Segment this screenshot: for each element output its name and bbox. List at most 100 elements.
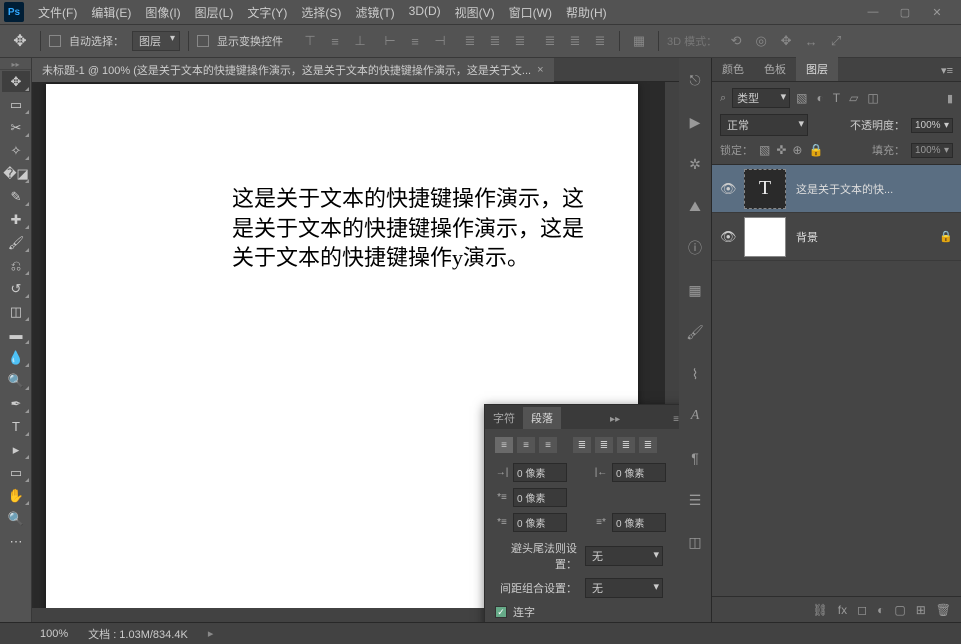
align-hcenter-icon[interactable]: ≡ bbox=[404, 30, 426, 52]
menu-edit[interactable]: 编辑(E) bbox=[85, 2, 137, 23]
dodge-tool[interactable]: 🔍 bbox=[2, 370, 30, 391]
layer-name[interactable]: 背景 bbox=[796, 229, 929, 245]
filter-smart-icon[interactable]: ◫ bbox=[867, 91, 878, 105]
distribute-hcenter-icon[interactable]: ≣ bbox=[564, 30, 586, 52]
lock-pixels-icon[interactable]: ▧ bbox=[759, 143, 770, 157]
menu-type[interactable]: 文字(Y) bbox=[241, 2, 293, 23]
menu-view[interactable]: 视图(V) bbox=[449, 2, 501, 23]
layer-thumbnail-bg[interactable] bbox=[744, 217, 786, 257]
layer-effects-icon[interactable]: fx bbox=[838, 603, 847, 617]
toolbox-expand[interactable]: ▸▸ bbox=[0, 60, 31, 70]
shape-tool[interactable]: ▭ bbox=[2, 462, 30, 483]
brush-tool[interactable]: 🖌 bbox=[2, 232, 30, 253]
gradient-tool[interactable]: ▬ bbox=[2, 324, 30, 345]
crop-tool[interactable]: �◪ bbox=[2, 163, 30, 184]
minimize-button[interactable]: — bbox=[861, 3, 885, 21]
move-tool[interactable]: ✥ bbox=[2, 71, 30, 92]
zoom-level[interactable]: 100% bbox=[40, 628, 68, 640]
justify-right-btn[interactable]: ≣ bbox=[617, 437, 635, 453]
indent-right-input[interactable]: 0 像素 bbox=[612, 463, 666, 482]
align-vcenter-icon[interactable]: ≡ bbox=[324, 30, 346, 52]
lasso-tool[interactable]: ✂ bbox=[2, 117, 30, 138]
panel-menu-icon[interactable]: ≡ bbox=[669, 410, 679, 429]
menu-select[interactable]: 选择(S) bbox=[295, 2, 347, 23]
layer-thumbnail-text[interactable]: T bbox=[744, 169, 786, 209]
hand-tool[interactable]: ✋ bbox=[2, 485, 30, 506]
document-tab[interactable]: 未标题-1 @ 100% (这是关于文本的快捷键操作演示，这是关于文本的快捷键操… bbox=[32, 58, 554, 82]
collapse-panel-icon[interactable]: ▸▸ bbox=[606, 410, 624, 429]
layer-background-row[interactable]: 👁 背景 🔒 bbox=[712, 213, 961, 261]
history-brush-tool[interactable]: ↺ bbox=[2, 278, 30, 299]
layer-name[interactable]: 这是关于文本的快... bbox=[796, 181, 953, 197]
zoom-tool[interactable]: 🔍 bbox=[2, 508, 30, 529]
menu-3d[interactable]: 3D(D) bbox=[403, 2, 447, 23]
align-left-btn[interactable]: ≡ bbox=[495, 437, 513, 453]
align-center-btn[interactable]: ≡ bbox=[517, 437, 535, 453]
blend-mode-select[interactable]: 正常 bbox=[720, 114, 808, 136]
maximize-button[interactable]: ▢ bbox=[893, 3, 917, 21]
3d-scale-icon[interactable]: ⤢ bbox=[825, 30, 847, 52]
auto-select-target[interactable]: 图层 bbox=[132, 31, 180, 51]
space-after-input[interactable]: 0 像素 bbox=[612, 513, 666, 532]
histogram-panel-icon[interactable]: ⛰ bbox=[683, 194, 707, 218]
filter-adjust-icon[interactable]: ◐ bbox=[817, 91, 824, 105]
close-button[interactable]: ✕ bbox=[925, 3, 949, 21]
brush-presets-icon[interactable]: ⌇ bbox=[683, 362, 707, 386]
menu-file[interactable]: 文件(F) bbox=[32, 2, 83, 23]
filter-type-icon[interactable]: T bbox=[833, 91, 840, 105]
swatches-tab[interactable]: 色板 bbox=[754, 57, 796, 81]
justify-center-btn[interactable]: ≣ bbox=[595, 437, 613, 453]
type-tool[interactable]: T bbox=[2, 416, 30, 437]
ligature-checkbox[interactable]: ✓ bbox=[495, 606, 507, 618]
navigator-panel-icon[interactable]: ✲ bbox=[683, 152, 707, 176]
distribute-bottom-icon[interactable]: ≣ bbox=[509, 30, 531, 52]
opacity-input[interactable]: 100%▾ bbox=[911, 118, 953, 133]
magic-wand-tool[interactable]: ✧ bbox=[2, 140, 30, 161]
paragraph-tab[interactable]: 段落 bbox=[523, 407, 561, 429]
align-top-icon[interactable]: ⊤ bbox=[299, 30, 321, 52]
3d-pan-icon[interactable]: ✥ bbox=[775, 30, 797, 52]
character-panel-icon[interactable]: A bbox=[683, 404, 707, 428]
layer-text-row[interactable]: 👁 T 这是关于文本的快... bbox=[712, 165, 961, 213]
auto-align-icon[interactable]: ▦ bbox=[628, 30, 650, 52]
menu-layer[interactable]: 图层(L) bbox=[189, 2, 240, 23]
layer-visibility-icon[interactable]: 👁 bbox=[720, 229, 734, 245]
stamp-tool[interactable]: ⎌ bbox=[2, 255, 30, 276]
menu-filter[interactable]: 滤镜(T) bbox=[349, 2, 400, 23]
distribute-top-icon[interactable]: ≣ bbox=[459, 30, 481, 52]
info-panel-icon[interactable]: ⓘ bbox=[683, 236, 707, 260]
align-right-icon[interactable]: ⊣ bbox=[429, 30, 451, 52]
align-right-btn[interactable]: ≡ bbox=[539, 437, 557, 453]
new-layer-icon[interactable]: ⊞ bbox=[916, 603, 926, 617]
layer-group-icon[interactable]: ▢ bbox=[894, 603, 905, 617]
first-line-input[interactable]: 0 像素 bbox=[513, 488, 567, 507]
layers-tab[interactable]: 图层 bbox=[796, 57, 838, 81]
justify-select[interactable]: 无 bbox=[585, 578, 663, 598]
adjustment-layer-icon[interactable]: ◐ bbox=[877, 603, 884, 617]
align-left-icon[interactable]: ⊢ bbox=[379, 30, 401, 52]
brush-panel-icon[interactable]: 🖌 bbox=[683, 320, 707, 344]
auto-select-checkbox[interactable] bbox=[49, 35, 61, 47]
edit-toolbar[interactable]: ⋯ bbox=[2, 531, 30, 552]
3d-orbit-icon[interactable]: ⟲ bbox=[725, 30, 747, 52]
menu-image[interactable]: 图像(I) bbox=[139, 2, 186, 23]
layer-mask-icon[interactable]: ◻ bbox=[857, 603, 867, 617]
blur-tool[interactable]: 💧 bbox=[2, 347, 30, 368]
filter-shape-icon[interactable]: ▱ bbox=[849, 91, 858, 105]
doc-size[interactable]: 文档 : 1.03M/834.4K bbox=[88, 626, 188, 642]
indent-left-input[interactable]: 0 像素 bbox=[513, 463, 567, 482]
pen-tool[interactable]: ✒ bbox=[2, 393, 30, 414]
hyphen-select[interactable]: 无 bbox=[585, 546, 663, 566]
properties-panel-icon[interactable]: ▦ bbox=[683, 278, 707, 302]
character-tab[interactable]: 字符 bbox=[485, 407, 523, 429]
layer-visibility-icon[interactable]: 👁 bbox=[720, 181, 734, 197]
justify-all-btn[interactable]: ≣ bbox=[639, 437, 657, 453]
distribute-right-icon[interactable]: ≣ bbox=[589, 30, 611, 52]
fill-input[interactable]: 100%▾ bbox=[911, 143, 953, 158]
filter-pixel-icon[interactable]: ▧ bbox=[796, 91, 807, 105]
justify-left-btn[interactable]: ≣ bbox=[573, 437, 591, 453]
space-before-input[interactable]: 0 像素 bbox=[513, 513, 567, 532]
lock-all-icon[interactable]: 🔒 bbox=[808, 143, 823, 157]
marquee-tool[interactable]: ▭ bbox=[2, 94, 30, 115]
menu-window[interactable]: 窗口(W) bbox=[503, 2, 558, 23]
